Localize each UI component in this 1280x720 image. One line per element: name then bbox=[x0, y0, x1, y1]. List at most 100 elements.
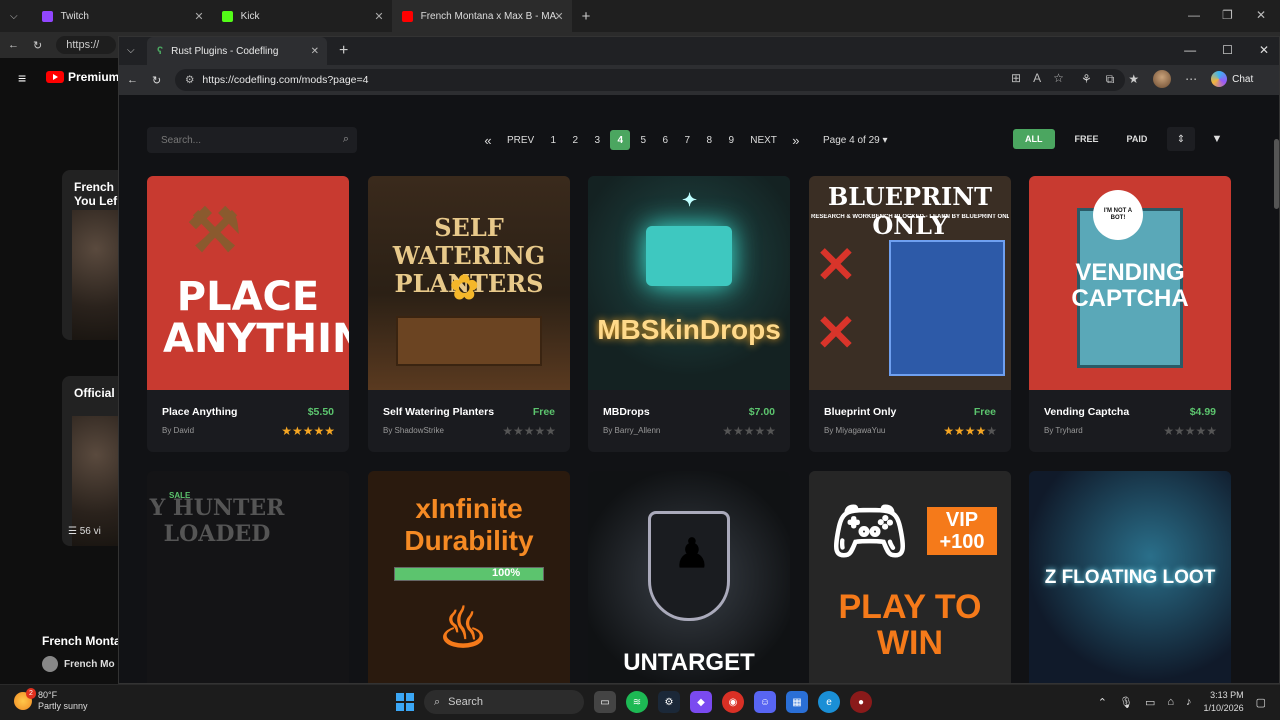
page-link[interactable]: 6 bbox=[654, 130, 676, 150]
discord-icon[interactable]: ☺ bbox=[754, 691, 776, 713]
next-button[interactable]: NEXT bbox=[742, 130, 785, 150]
plugin-card[interactable]: ⚒ PLACE ANYTHING Place Anything $5.50 By… bbox=[147, 176, 349, 452]
tab-list-icon[interactable]: ⌵ bbox=[127, 45, 135, 56]
search-input[interactable]: Search... ⌕ bbox=[147, 127, 357, 153]
plugin-card[interactable]: Z FLOATING LOOT bbox=[1029, 471, 1231, 683]
copilot-chat-button[interactable]: Chat bbox=[1211, 71, 1253, 87]
copilot-app-icon[interactable]: ◆ bbox=[690, 691, 712, 713]
split-screen-icon[interactable]: ⧉ bbox=[1106, 72, 1115, 87]
read-aloud-icon[interactable]: A bbox=[1033, 71, 1041, 85]
plugin-author[interactable]: By David bbox=[162, 426, 194, 435]
durability-fill bbox=[395, 568, 543, 580]
store-icon[interactable]: ▦ bbox=[786, 691, 808, 713]
clock[interactable]: 3:13 PM 1/10/2026 bbox=[1204, 689, 1244, 715]
steam-icon[interactable]: ⚙ bbox=[658, 691, 680, 713]
taskbar-search[interactable]: ⌕ Search bbox=[424, 690, 584, 714]
filter-paid[interactable]: PAID bbox=[1115, 129, 1160, 149]
close-window-icon[interactable]: ✕ bbox=[1259, 43, 1269, 57]
search-icon[interactable]: ⌕ bbox=[343, 133, 349, 146]
close-window-icon[interactable]: ✕ bbox=[1256, 8, 1266, 22]
plugin-author[interactable]: By Tryhard bbox=[1044, 426, 1083, 435]
tab-kick[interactable]: Kick ✕ bbox=[212, 0, 392, 32]
last-page-icon[interactable]: » bbox=[785, 130, 807, 150]
page-link[interactable]: 1 bbox=[542, 130, 564, 150]
back-icon[interactable]: ← bbox=[8, 39, 19, 51]
channel-info[interactable]: French Mo bbox=[42, 656, 115, 672]
maximize-icon[interactable]: ☐ bbox=[1222, 43, 1233, 57]
filter-free[interactable]: FREE bbox=[1063, 129, 1111, 149]
filter-all[interactable]: ALL bbox=[1013, 129, 1055, 149]
plugin-name[interactable]: Self Watering Planters bbox=[383, 406, 555, 418]
page-link[interactable]: 5 bbox=[632, 130, 654, 150]
close-tab-icon[interactable]: ✕ bbox=[374, 10, 383, 23]
chrome-icon[interactable]: ◉ bbox=[722, 691, 744, 713]
video-card[interactable]: French You Lef bbox=[62, 170, 118, 340]
page-link[interactable]: 8 bbox=[698, 130, 720, 150]
restore-icon[interactable]: ❐ bbox=[1222, 8, 1233, 22]
microphone-icon[interactable]: 🎙︎ bbox=[1119, 696, 1133, 709]
prev-button[interactable]: PREV bbox=[499, 130, 542, 150]
tab-youtube[interactable]: French Montana x Max B - MAWA ✕ bbox=[391, 0, 572, 32]
minimize-icon[interactable]: — bbox=[1184, 43, 1196, 57]
sort-button[interactable]: ⇕ bbox=[1167, 127, 1195, 151]
plugin-name[interactable]: Blueprint Only bbox=[824, 406, 996, 418]
close-tab-icon[interactable]: ✕ bbox=[194, 10, 203, 23]
reload-icon[interactable]: ↻ bbox=[33, 39, 42, 52]
close-tab-icon[interactable]: ✕ bbox=[554, 10, 563, 23]
page-link[interactable]: 9 bbox=[720, 130, 742, 150]
plugin-author[interactable]: By Barry_Allenn bbox=[603, 426, 660, 435]
plugin-author[interactable]: By ShadowStrike bbox=[383, 426, 444, 435]
plugin-card[interactable]: xInfinite Durability 100% ♨ bbox=[368, 471, 570, 683]
plugin-card[interactable]: SELF WATERING PLANTERS ✿ Self Watering P… bbox=[368, 176, 570, 452]
plugin-card[interactable]: ✦ MBSkinDrops MBDrops $7.00 By Barry_All… bbox=[588, 176, 790, 452]
address-field[interactable]: https:// bbox=[56, 36, 117, 54]
first-page-icon[interactable]: « bbox=[477, 130, 499, 150]
url-field[interactable]: ⚙ https://codefling.com/mods?page=4 bbox=[175, 69, 1125, 91]
weather-widget[interactable]: 2 80°F Partly sunny bbox=[14, 688, 88, 712]
windows-start-icon[interactable] bbox=[396, 693, 414, 711]
new-tab-icon[interactable]: + bbox=[339, 42, 348, 60]
app-icon[interactable]: ● bbox=[850, 691, 872, 713]
extensions-icon[interactable]: ⚘ bbox=[1081, 72, 1092, 86]
back-icon[interactable]: ← bbox=[127, 74, 138, 86]
favorite-star-icon[interactable]: ☆ bbox=[1053, 71, 1064, 85]
tab-twitch[interactable]: Twitch ✕ bbox=[32, 0, 212, 32]
app-available-icon[interactable]: ⊞ bbox=[1011, 71, 1021, 85]
filter-button[interactable]: ▼ bbox=[1203, 127, 1231, 151]
task-view-icon[interactable]: ▭ bbox=[594, 691, 616, 713]
video-title[interactable]: French Monta bbox=[42, 634, 121, 648]
page-link[interactable]: 2 bbox=[564, 130, 586, 150]
tab-codefling[interactable]: ʕ Rust Plugins - Codefling ✕ bbox=[147, 37, 327, 65]
plugin-card[interactable]: 🎮︎ VIP +100 PLAY TO WIN bbox=[809, 471, 1011, 683]
plugin-author[interactable]: By MiyagawaYuu bbox=[824, 426, 885, 435]
scrollbar[interactable] bbox=[1274, 139, 1279, 209]
menu-icon[interactable]: ≡ bbox=[18, 70, 26, 86]
profile-avatar[interactable] bbox=[1153, 70, 1172, 88]
site-info-icon[interactable]: ⚙ bbox=[185, 74, 194, 86]
reload-icon[interactable]: ↻ bbox=[152, 74, 161, 87]
youtube-logo[interactable]: Premium bbox=[46, 70, 119, 84]
edge-icon[interactable]: e bbox=[818, 691, 840, 713]
plugin-card[interactable]: ♟ UNTARGET bbox=[588, 471, 790, 683]
close-tab-icon[interactable]: ✕ bbox=[311, 46, 319, 57]
more-icon[interactable]: ⋯ bbox=[1185, 72, 1197, 86]
youtube-icon bbox=[401, 10, 413, 22]
tab-list-icon[interactable]: ⌵ bbox=[10, 11, 18, 22]
plugin-card[interactable]: BLUEPRINT ONLY RESEARCH & WORKBENCH BLOC… bbox=[809, 176, 1011, 452]
video-card[interactable]: Official ☰ 56 vi bbox=[62, 376, 118, 546]
page-select[interactable]: Page 4 of 29 ▾ bbox=[823, 135, 888, 146]
spotify-icon[interactable]: ≋ bbox=[626, 691, 648, 713]
minimize-icon[interactable]: — bbox=[1188, 8, 1200, 22]
new-tab-icon[interactable]: + bbox=[582, 8, 591, 25]
network-icon[interactable]: ⌂ bbox=[1167, 696, 1174, 708]
page-link-current[interactable]: 4 bbox=[610, 130, 631, 150]
favorites-icon[interactable]: ★ bbox=[1128, 72, 1139, 86]
display-icon[interactable]: ▭ bbox=[1145, 696, 1155, 709]
page-link[interactable]: 7 bbox=[676, 130, 698, 150]
notifications-icon[interactable]: ▢ bbox=[1256, 696, 1266, 709]
volume-icon[interactable]: ♪ bbox=[1186, 696, 1192, 708]
plugin-card[interactable]: I'M NOT A BOT! VENDING CAPTCHA Vending C… bbox=[1029, 176, 1231, 452]
page-link[interactable]: 3 bbox=[586, 130, 608, 150]
plugin-card[interactable]: SALE Y HUNTER LOADED bbox=[147, 471, 349, 683]
chevron-up-icon[interactable]: ⌃ bbox=[1098, 696, 1107, 709]
